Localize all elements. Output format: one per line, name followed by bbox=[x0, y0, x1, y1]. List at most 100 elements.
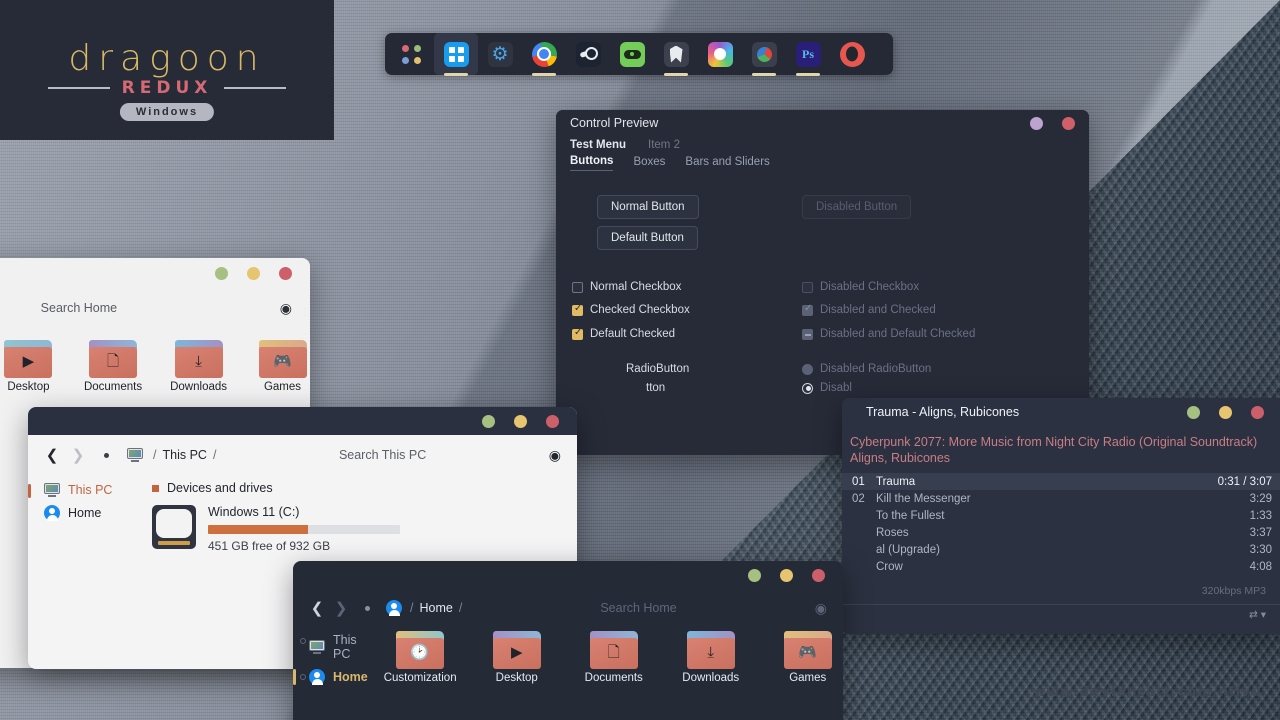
breadcrumb-label[interactable]: Home bbox=[419, 601, 452, 615]
dock-item-chrome[interactable] bbox=[522, 33, 566, 75]
light-fm-titlebar[interactable] bbox=[0, 258, 310, 288]
music-player-window[interactable]: Trauma - Aligns, Rubicones Cyberpunk 207… bbox=[842, 398, 1280, 634]
window-controls[interactable] bbox=[1187, 406, 1264, 419]
dock-item-photoshop[interactable] bbox=[786, 33, 830, 75]
minimize-button[interactable] bbox=[748, 569, 761, 582]
checked-checkbox-row[interactable]: Checked Checkbox bbox=[572, 304, 690, 316]
dock-item-hollow-knight[interactable] bbox=[654, 33, 698, 75]
taskbar-dock[interactable] bbox=[385, 33, 893, 75]
close-button[interactable] bbox=[1251, 406, 1264, 419]
sidebar-item-home[interactable]: Home bbox=[303, 665, 374, 689]
path-dot[interactable] bbox=[365, 606, 370, 611]
close-button[interactable] bbox=[812, 569, 825, 582]
sidebar-item-this-pc[interactable]: This PC bbox=[303, 629, 374, 665]
sidebar-item-home[interactable]: Home bbox=[38, 501, 146, 525]
minimize-button[interactable] bbox=[215, 267, 228, 280]
home-fm-sidebar[interactable]: This PC Home bbox=[293, 627, 374, 689]
default-button[interactable]: Default Button bbox=[597, 226, 698, 250]
sidebar-item-this-pc[interactable]: This PC bbox=[38, 479, 146, 501]
radio-row[interactable]: RadioButton bbox=[626, 363, 689, 375]
gear-icon[interactable]: ◉ bbox=[815, 600, 827, 617]
this-pc-titlebar[interactable] bbox=[28, 407, 577, 435]
breadcrumb[interactable]: / Home / bbox=[410, 601, 462, 615]
player-control-bar[interactable]: ⇄ ▾ bbox=[842, 604, 1280, 621]
maximize-button[interactable] bbox=[247, 267, 260, 280]
menu-bar[interactable]: Test Menu Item 2 bbox=[556, 136, 1089, 151]
default-checked-row[interactable]: Default Checked bbox=[572, 328, 675, 340]
track-list[interactable]: 01 Trauma 0:31 / 3:07 02 Kill the Messen… bbox=[842, 473, 1280, 575]
file-manager-home-window[interactable]: ❮ ❯ / Home / Search Home ◉ This PC Home bbox=[293, 561, 843, 720]
menu-item-test-menu[interactable]: Test Menu bbox=[570, 139, 626, 151]
dock-item-steam[interactable] bbox=[566, 33, 610, 75]
breadcrumb[interactable]: / This PC / bbox=[153, 448, 216, 462]
minimize-button[interactable] bbox=[482, 415, 495, 428]
file-item-customization[interactable]: 🕑 Customization bbox=[384, 629, 456, 689]
file-item-downloads[interactable]: ⤓ Downloads bbox=[675, 629, 747, 689]
close-button[interactable] bbox=[279, 267, 292, 280]
track-row[interactable]: al (Upgrade) 3:30 bbox=[842, 541, 1280, 558]
file-item-documents[interactable]: 🗋 Documents bbox=[578, 629, 650, 689]
minimize-button[interactable] bbox=[1187, 406, 1200, 419]
home-fm-file-grid[interactable]: 🕑 Customization ▶ Desktop 🗋 Documents bbox=[374, 627, 843, 689]
dock-item-photos[interactable] bbox=[698, 33, 742, 75]
group-header[interactable]: Devices and drives bbox=[152, 481, 577, 495]
file-item-documents[interactable]: 🗋 Documents bbox=[84, 338, 142, 394]
chevron-left-icon[interactable]: ❮ bbox=[44, 446, 60, 464]
this-pc-toolbar[interactable]: ❮ ❯ / This PC / Search This PC ◉ bbox=[28, 435, 577, 475]
path-dot[interactable] bbox=[104, 453, 109, 458]
home-fm-titlebar[interactable] bbox=[293, 561, 843, 589]
window-controls[interactable] bbox=[482, 415, 559, 428]
player-titlebar[interactable]: Trauma - Aligns, Rubicones bbox=[842, 398, 1280, 426]
dock-item-settings[interactable] bbox=[478, 33, 522, 75]
file-item-games[interactable]: 🎮 Games bbox=[772, 629, 843, 689]
maximize-button[interactable] bbox=[780, 569, 793, 582]
tab-buttons[interactable]: Buttons bbox=[570, 155, 613, 171]
file-item-desktop[interactable]: ▶ Desktop bbox=[481, 629, 553, 689]
drive-row[interactable]: Windows 11 (C:) 451 GB free of 932 GB bbox=[152, 505, 577, 553]
track-row[interactable]: To the Fullest 1:33 bbox=[842, 507, 1280, 524]
dock-item-krita[interactable] bbox=[742, 33, 786, 75]
window-controls[interactable] bbox=[215, 267, 292, 280]
file-item-desktop[interactable]: ▶ Desktop bbox=[1, 338, 56, 394]
gear-icon[interactable]: ◉ bbox=[280, 300, 292, 317]
maximize-button[interactable] bbox=[514, 415, 527, 428]
this-pc-sidebar[interactable]: This PC Home bbox=[28, 475, 146, 553]
file-item-games[interactable]: 🎮 Games bbox=[255, 338, 310, 394]
dock-item-xbox[interactable] bbox=[610, 33, 654, 75]
checked-checkbox[interactable] bbox=[572, 305, 583, 316]
dock-item-launcher[interactable] bbox=[390, 33, 434, 75]
tab-bars-and-sliders[interactable]: Bars and Sliders bbox=[685, 156, 769, 171]
maximize-button[interactable] bbox=[1219, 406, 1232, 419]
file-item-downloads[interactable]: ⤓ Downloads bbox=[170, 338, 227, 394]
minimize-button[interactable] bbox=[1030, 117, 1043, 130]
dock-item-opera[interactable] bbox=[830, 33, 874, 75]
track-row[interactable]: 02 Kill the Messenger 3:29 bbox=[842, 490, 1280, 507]
dock-item-start[interactable] bbox=[434, 33, 478, 75]
normal-button[interactable]: Normal Button bbox=[597, 195, 699, 219]
close-button[interactable] bbox=[546, 415, 559, 428]
chevron-left-icon[interactable]: ❮ bbox=[309, 599, 325, 617]
breadcrumb-label[interactable]: This PC bbox=[162, 448, 206, 462]
tab-boxes[interactable]: Boxes bbox=[633, 156, 665, 171]
track-row[interactable]: Crow 4:08 bbox=[842, 558, 1280, 575]
menu-item-2[interactable]: Item 2 bbox=[648, 139, 680, 151]
window-controls[interactable] bbox=[1030, 117, 1075, 130]
close-button[interactable] bbox=[1062, 117, 1075, 130]
home-fm-toolbar[interactable]: ❮ ❯ / Home / Search Home ◉ bbox=[293, 589, 843, 627]
normal-checkbox[interactable] bbox=[572, 282, 583, 293]
search-input[interactable]: Search This PC bbox=[226, 448, 538, 462]
selected-radio-row[interactable]: tton bbox=[646, 382, 665, 394]
track-row[interactable]: Roses 3:37 bbox=[842, 524, 1280, 541]
tab-bar[interactable]: Buttons Boxes Bars and Sliders bbox=[556, 151, 1089, 171]
search-input[interactable]: Search Home bbox=[0, 301, 280, 315]
control-preview-titlebar[interactable]: Control Preview bbox=[556, 110, 1089, 136]
search-input[interactable]: Search Home bbox=[470, 601, 806, 615]
light-fm-file-grid[interactable]: ▲ Pictures ▶ Desktop 🗋 Documents bbox=[0, 328, 310, 394]
track-row[interactable]: 01 Trauma 0:31 / 3:07 bbox=[842, 473, 1280, 490]
light-fm-toolbar[interactable]: Search Home ◉ bbox=[0, 288, 310, 328]
gear-icon[interactable]: ◉ bbox=[549, 447, 561, 464]
normal-checkbox-row[interactable]: Normal Checkbox bbox=[572, 281, 681, 293]
default-checked-checkbox[interactable] bbox=[572, 329, 583, 340]
window-controls[interactable] bbox=[748, 569, 825, 582]
shuffle-icon[interactable]: ⇄ ▾ bbox=[1249, 609, 1266, 621]
